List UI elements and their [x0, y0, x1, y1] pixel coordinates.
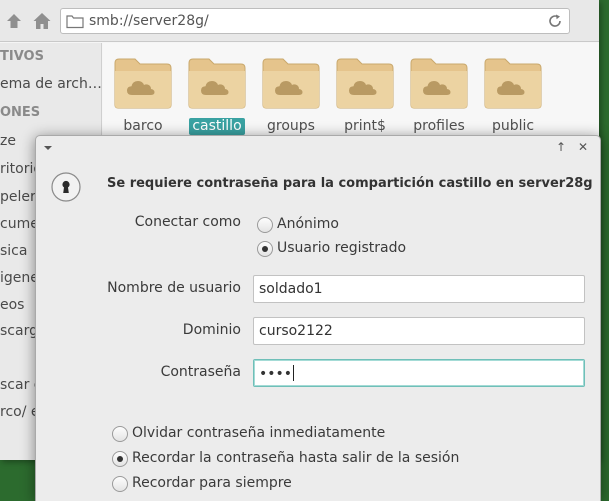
radio-label: Recordar para siempre — [132, 475, 292, 491]
lock-icon — [51, 172, 81, 202]
folder-label: public — [491, 118, 535, 134]
home-icon[interactable] — [32, 11, 52, 31]
network-folder-icon — [335, 57, 395, 109]
network-folder-icon — [261, 57, 321, 109]
radio-registered-user[interactable]: Usuario registrado — [257, 240, 457, 258]
username-label: Nombre de usuario — [107, 280, 241, 296]
folder-label: print$ — [344, 118, 386, 134]
network-folder-icon — [483, 57, 543, 109]
folder-label: profiles — [413, 118, 465, 134]
radio-label: Anónimo — [277, 216, 339, 232]
domain-label: Dominio — [182, 322, 241, 338]
username-field[interactable]: soldado1 — [253, 275, 585, 303]
folder-label: groups — [267, 118, 315, 134]
password-label: Contraseña — [160, 364, 241, 380]
radio-button[interactable] — [112, 451, 128, 467]
window-menu-icon[interactable] — [44, 146, 52, 150]
folder-icon — [66, 13, 84, 29]
sidebar-header: ONES — [0, 105, 41, 120]
toolbar: smb://server28g/ — [0, 0, 599, 42]
radio-remember-session[interactable]: Recordar la contraseña hasta salir de la… — [112, 450, 532, 468]
domain-field[interactable]: curso2122 — [253, 317, 585, 345]
radio-button[interactable] — [112, 426, 128, 442]
sidebar-header: TIVOS — [0, 49, 44, 64]
password-dialog: ↑ ✕ Se requiere contraseña para la compa… — [35, 135, 601, 501]
close-icon[interactable]: ✕ — [576, 140, 590, 154]
network-folder-icon — [113, 57, 173, 109]
folder-label: castillo — [179, 118, 255, 135]
radio-anonymous[interactable]: Anónimo — [257, 216, 457, 234]
network-folder-icon — [187, 57, 247, 109]
domain-value: curso2122 — [259, 323, 333, 339]
password-value: •••• — [259, 366, 293, 382]
radio-button[interactable] — [257, 217, 273, 233]
radio-forget-immediately[interactable]: Olvidar contraseña inmediatamente — [112, 425, 532, 443]
arrow-up-icon[interactable] — [4, 11, 24, 31]
radio-button[interactable] — [112, 476, 128, 492]
text-caret — [293, 365, 295, 381]
connect-as-label: Conectar como — [134, 214, 241, 230]
share-folder-print[interactable]: print$ — [327, 57, 401, 139]
share-folder-groups[interactable]: groups — [253, 57, 327, 139]
password-field[interactable]: •••• — [253, 359, 585, 387]
network-folder-icon — [409, 57, 469, 109]
reload-icon[interactable] — [547, 13, 563, 29]
location-text: smb://server28g/ — [89, 13, 209, 29]
radio-button[interactable] — [257, 241, 273, 257]
share-folder-barco[interactable]: barco — [105, 57, 179, 139]
share-folder-public[interactable]: public — [475, 57, 549, 139]
maximize-icon[interactable]: ↑ — [554, 140, 568, 154]
username-value: soldado1 — [259, 281, 323, 297]
dialog-heading: Se requiere contraseña para la compartic… — [107, 176, 593, 191]
location-bar[interactable]: smb://server28g/ — [60, 8, 570, 34]
dialog-titlebar: ↑ ✕ — [36, 136, 600, 160]
radio-remember-forever[interactable]: Recordar para siempre — [112, 475, 532, 493]
folder-label: barco — [123, 118, 163, 134]
radio-label: Olvidar contraseña inmediatamente — [132, 425, 386, 441]
radio-label: Recordar la contraseña hasta salir de la… — [132, 450, 460, 466]
share-folder-profiles[interactable]: profiles — [401, 57, 475, 139]
sidebar-item[interactable]: ema de arch… — [0, 76, 101, 92]
share-folder-castillo[interactable]: castillo — [179, 57, 253, 139]
radio-label: Usuario registrado — [277, 240, 407, 256]
